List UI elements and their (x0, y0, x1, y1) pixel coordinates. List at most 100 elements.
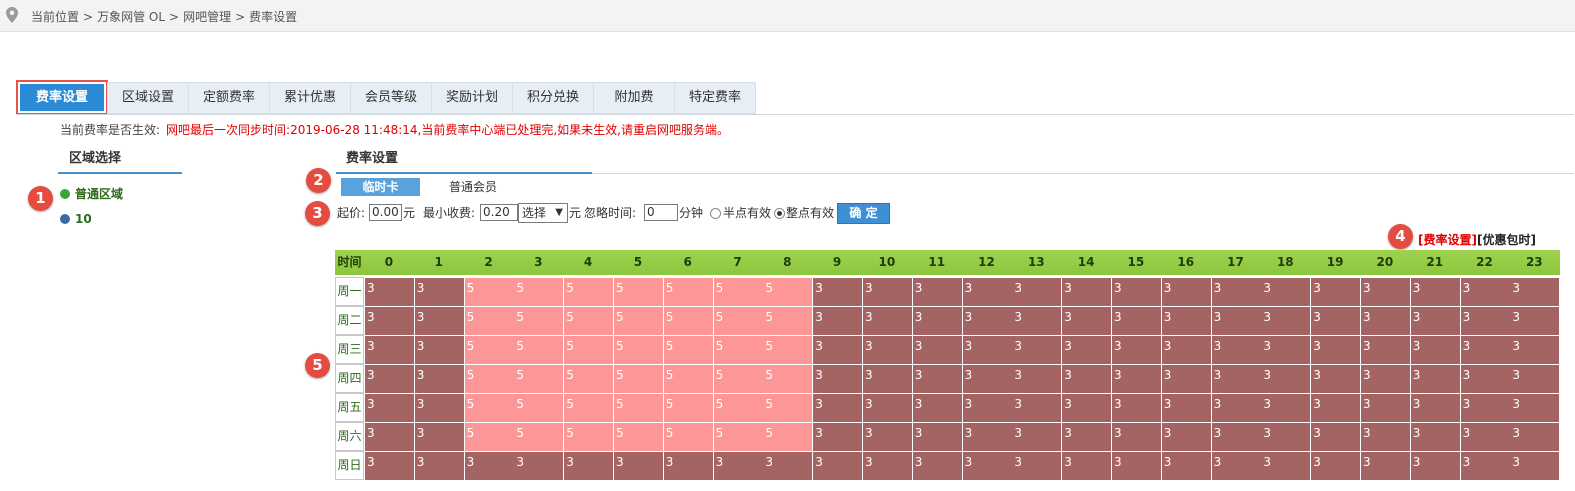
rate-cell[interactable]: 3 (1510, 423, 1560, 451)
rate-cell[interactable]: 3 (962, 394, 1012, 422)
rate-cell[interactable]: 3 (1211, 307, 1261, 335)
rate-cell[interactable]: 3 (1161, 278, 1211, 306)
rate-cell[interactable]: 5 (763, 278, 813, 306)
tab-area-settings[interactable]: 区域设置 (107, 82, 189, 114)
rate-cell[interactable]: 5 (514, 394, 564, 422)
rate-cell[interactable]: 3 (1460, 365, 1510, 393)
rate-cell[interactable]: 3 (1261, 278, 1311, 306)
rate-cell[interactable]: 5 (763, 365, 813, 393)
rate-cell[interactable]: 3 (912, 307, 962, 335)
rate-cell[interactable]: 5 (464, 278, 514, 306)
rate-cell[interactable]: 3 (1261, 365, 1311, 393)
rate-cell[interactable]: 5 (514, 365, 564, 393)
rate-cell[interactable]: 3 (1012, 307, 1062, 335)
rate-cell[interactable]: 3 (663, 452, 713, 480)
rate-cell[interactable]: 3 (1161, 452, 1211, 480)
rate-cell[interactable]: 5 (514, 278, 564, 306)
rate-cell[interactable]: 3 (464, 452, 514, 480)
rate-cell[interactable]: 5 (614, 365, 663, 393)
rate-cell[interactable]: 3 (1460, 423, 1510, 451)
rate-cell[interactable]: 3 (1460, 307, 1510, 335)
tab-rate-settings[interactable]: 费率设置 (16, 80, 108, 115)
rate-cell[interactable]: 3 (912, 278, 962, 306)
rate-cell[interactable]: 5 (514, 336, 564, 364)
rate-cell[interactable]: 3 (1211, 336, 1261, 364)
rate-cell[interactable]: 3 (813, 423, 863, 451)
rate-cell[interactable]: 3 (1062, 307, 1112, 335)
rate-cell[interactable]: 3 (1261, 394, 1311, 422)
rate-cell[interactable]: 3 (1311, 394, 1361, 422)
rate-cell[interactable]: 3 (962, 307, 1012, 335)
rate-cell[interactable]: 5 (514, 307, 564, 335)
rate-cell[interactable]: 3 (414, 394, 464, 422)
subtab-regular-member[interactable]: 普通会员 (438, 178, 508, 196)
rate-cell[interactable]: 3 (514, 452, 564, 480)
rate-cell[interactable]: 5 (464, 423, 514, 451)
rate-cell[interactable]: 3 (1410, 307, 1460, 335)
rate-cell[interactable]: 3 (863, 423, 912, 451)
rate-cell[interactable]: 5 (614, 307, 663, 335)
start-price-input[interactable]: 0.00 (369, 204, 402, 221)
rate-cell[interactable]: 3 (1012, 423, 1062, 451)
rate-cell[interactable]: 3 (614, 452, 663, 480)
tab-fixed-rate[interactable]: 定额费率 (188, 82, 270, 114)
rate-cell[interactable]: 5 (663, 307, 713, 335)
rate-cell[interactable]: 3 (863, 336, 912, 364)
rate-cell[interactable]: 3 (1311, 365, 1361, 393)
rate-cell[interactable]: 3 (813, 307, 863, 335)
rate-cell[interactable]: 3 (1211, 278, 1261, 306)
tab-surcharge[interactable]: 附加费 (593, 82, 675, 114)
rate-cell[interactable]: 3 (1460, 336, 1510, 364)
rate-cell[interactable]: 5 (614, 394, 663, 422)
tab-member-level[interactable]: 会员等级 (350, 82, 432, 114)
rate-cell[interactable]: 3 (1062, 278, 1112, 306)
rate-cell[interactable]: 3 (365, 365, 414, 393)
rate-cell[interactable]: 3 (1211, 365, 1261, 393)
rate-cell[interactable]: 3 (962, 365, 1012, 393)
rate-cell[interactable]: 3 (1460, 278, 1510, 306)
rate-cell[interactable]: 3 (1161, 394, 1211, 422)
rate-cell[interactable]: 3 (1012, 365, 1062, 393)
rate-cell[interactable]: 5 (763, 423, 813, 451)
rate-cell[interactable]: 3 (1510, 394, 1560, 422)
rate-cell[interactable]: 5 (763, 307, 813, 335)
ignore-time-input[interactable]: 0 (644, 204, 678, 221)
rate-cell[interactable]: 3 (1112, 365, 1161, 393)
rate-cell[interactable]: 3 (912, 394, 962, 422)
rate-cell[interactable]: 5 (564, 365, 614, 393)
rate-cell[interactable]: 3 (1161, 336, 1211, 364)
rate-cell[interactable]: 3 (365, 336, 414, 364)
rate-cell[interactable]: 3 (365, 307, 414, 335)
rate-cell[interactable]: 3 (813, 278, 863, 306)
rate-cell[interactable]: 3 (414, 307, 464, 335)
rate-cell[interactable]: 5 (614, 278, 663, 306)
rate-cell[interactable]: 3 (1261, 423, 1311, 451)
breadcrumb-item[interactable]: 网吧管理 (183, 10, 231, 24)
full-hour-radio[interactable] (774, 208, 785, 219)
rate-cell[interactable]: 3 (1311, 336, 1361, 364)
rate-cell[interactable]: 3 (1012, 336, 1062, 364)
rate-cell[interactable]: 5 (464, 365, 514, 393)
package-discount-link[interactable]: [优惠包时] (1477, 233, 1536, 247)
area-item-normal[interactable]: 普通区域 (60, 185, 123, 202)
rate-cell[interactable]: 3 (1062, 423, 1112, 451)
rate-cell[interactable]: 3 (1361, 307, 1410, 335)
rate-cell[interactable]: 5 (763, 394, 813, 422)
rate-cell[interactable]: 3 (813, 394, 863, 422)
rate-cell[interactable]: 5 (514, 423, 564, 451)
rate-cell[interactable]: 3 (1211, 423, 1261, 451)
rate-cell[interactable]: 3 (1510, 365, 1560, 393)
rate-cell[interactable]: 3 (763, 452, 813, 480)
rate-cell[interactable]: 3 (1510, 278, 1560, 306)
rate-cell[interactable]: 3 (962, 278, 1012, 306)
rate-cell[interactable]: 5 (564, 336, 614, 364)
rate-cell[interactable]: 3 (1311, 452, 1361, 480)
rate-cell[interactable]: 3 (1062, 394, 1112, 422)
rate-cell[interactable]: 3 (365, 423, 414, 451)
rate-cell[interactable]: 5 (564, 307, 614, 335)
rate-cell[interactable]: 3 (1410, 423, 1460, 451)
rate-cell[interactable]: 5 (763, 336, 813, 364)
rate-cell[interactable]: 3 (1211, 394, 1261, 422)
rate-cell[interactable]: 5 (713, 423, 763, 451)
rate-cell[interactable]: 3 (912, 336, 962, 364)
